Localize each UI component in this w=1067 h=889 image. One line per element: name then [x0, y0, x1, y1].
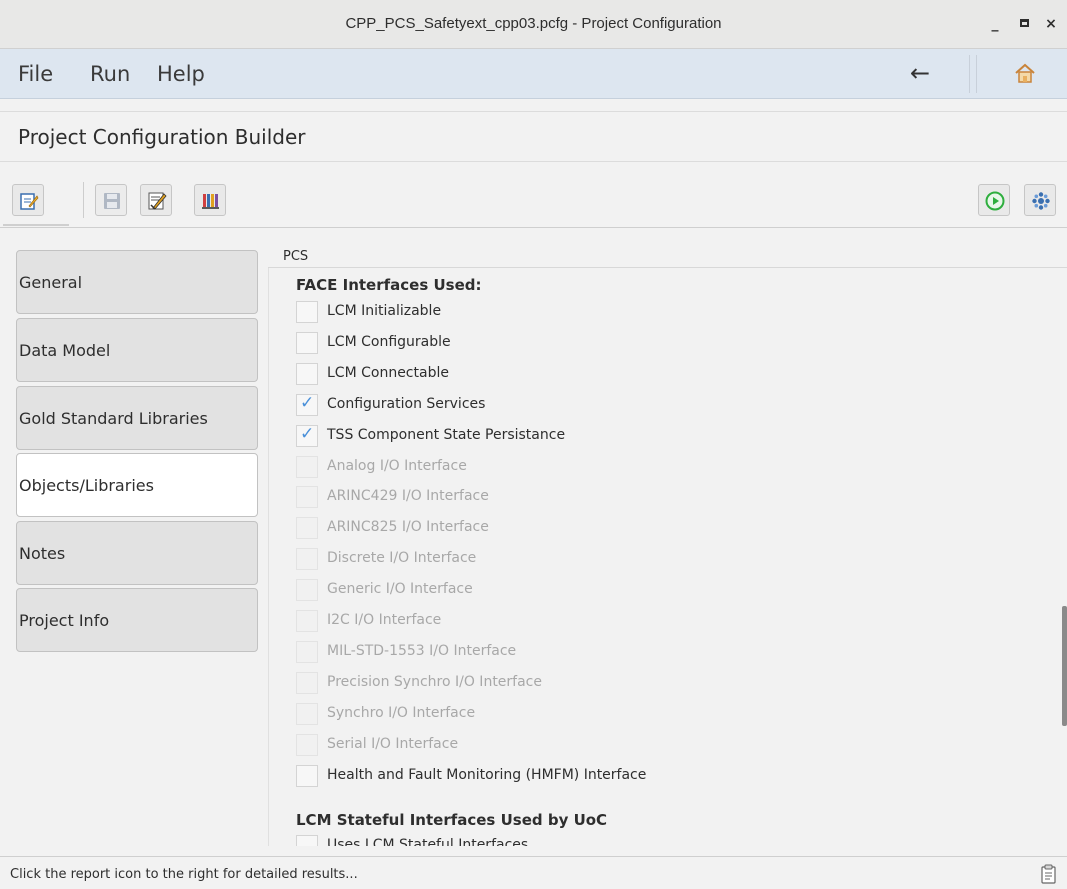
- checkbox-label: Analog I/O Interface: [327, 457, 467, 474]
- settings-icon: [1032, 192, 1050, 210]
- page-title: Project Configuration Builder: [18, 125, 306, 149]
- menu-help[interactable]: Help: [157, 62, 205, 86]
- maximize-button[interactable]: [1014, 14, 1034, 34]
- sidebar-item-label: Data Model: [19, 341, 111, 360]
- save-button[interactable]: [95, 184, 127, 216]
- checkbox: [296, 702, 318, 725]
- save-icon: [104, 193, 120, 209]
- edit-list-icon: [148, 192, 167, 210]
- sidebar-item-label: General: [19, 273, 83, 292]
- checkbox-label: ARINC825 I/O Interface: [327, 519, 489, 536]
- report-icon[interactable]: [1040, 864, 1058, 888]
- checkbox[interactable]: ✓: [296, 423, 318, 447]
- books-icon: [202, 194, 219, 209]
- sidebar-item-label: Project Info: [19, 611, 110, 630]
- checkbox-label: LCM Configurable: [327, 333, 451, 350]
- checkbox: [296, 455, 318, 478]
- checkbox: [296, 548, 318, 571]
- sidebar-item-label: Gold Standard Libraries: [19, 409, 208, 428]
- sidebar-item-gold-standard-libraries[interactable]: Gold Standard Libraries: [16, 386, 258, 450]
- checkbox-label: Health and Fault Monitoring (HMFM) Inter…: [327, 766, 647, 783]
- checkbox-label: ARINC429 I/O Interface: [327, 488, 489, 505]
- group-title-face-interfaces: FACE Interfaces Used:: [296, 276, 482, 294]
- panel-title: PCS: [283, 249, 309, 264]
- checkbox[interactable]: ✓: [296, 392, 318, 416]
- sidebar-item-label: Objects/Libraries: [19, 476, 154, 495]
- checkbox[interactable]: [296, 764, 318, 787]
- checkbox-label: I2C I/O Interface: [327, 612, 442, 628]
- checkbox[interactable]: [296, 835, 318, 846]
- checkbox: [296, 733, 318, 756]
- checkbox: [296, 486, 318, 509]
- checkbox[interactable]: [296, 331, 318, 354]
- checkbox-label: Configuration Services: [327, 395, 486, 412]
- checkbox-label: Precision Synchro I/O Interface: [327, 673, 542, 690]
- edit-list-button[interactable]: [140, 184, 172, 216]
- settings-button[interactable]: [1024, 184, 1056, 216]
- vertical-scrollbar[interactable]: [1061, 268, 1067, 846]
- checkbox: [296, 671, 318, 694]
- window-titlebar: CPP_PCS_Safetyext_cpp03.pcfg - Project C…: [0, 0, 1067, 49]
- interfaces-panel: FACE Interfaces Used: LCM Initializable L…: [268, 268, 1061, 846]
- sidebar-item-objects-libraries[interactable]: Objects/Libraries: [16, 453, 258, 517]
- checkbox: [296, 610, 318, 632]
- checkmark-icon: ✓: [300, 423, 315, 444]
- checkbox[interactable]: [296, 362, 318, 385]
- status-message: Click the report icon to the right for d…: [10, 867, 358, 882]
- checkbox-label: TSS Component State Persistance: [327, 426, 566, 443]
- checkmark-icon: ✓: [300, 392, 315, 413]
- content-panel-header: PCS: [268, 244, 1067, 268]
- libraries-button[interactable]: [194, 184, 226, 216]
- menu-divider: [969, 55, 977, 93]
- run-button[interactable]: [978, 184, 1010, 216]
- run-icon: [985, 191, 1005, 211]
- checkbox: [296, 640, 318, 663]
- window-title: CPP_PCS_Safetyext_cpp03.pcfg - Project C…: [345, 15, 722, 32]
- checkbox-label: Serial I/O Interface: [327, 735, 459, 752]
- sidebar-item-general[interactable]: General: [16, 250, 258, 314]
- menu-file[interactable]: File: [18, 62, 53, 86]
- sidebar-item-notes[interactable]: Notes: [16, 521, 258, 585]
- checkbox-label: Generic I/O Interface: [327, 581, 473, 598]
- sidebar-item-data-model[interactable]: Data Model: [16, 318, 258, 382]
- checkbox-label: Discrete I/O Interface: [327, 550, 477, 567]
- edit-button-underline: [3, 224, 69, 226]
- menu-bar: File Run Help ←: [0, 49, 1067, 99]
- checkbox[interactable]: [296, 301, 318, 323]
- close-button[interactable]: ×: [1041, 14, 1061, 34]
- checkbox: [296, 579, 318, 602]
- checkbox-label: Synchro I/O Interface: [327, 704, 476, 721]
- menu-run[interactable]: Run: [90, 62, 130, 86]
- home-icon[interactable]: [1014, 62, 1036, 88]
- toolbar-divider: [83, 182, 84, 218]
- checkbox-label: LCM Initializable: [327, 303, 442, 319]
- checkbox: [296, 517, 318, 540]
- sidebar-item-label: Notes: [19, 544, 66, 563]
- minimize-button[interactable]: _: [985, 14, 1005, 34]
- toolbar: [0, 172, 1067, 228]
- scrollbar-thumb[interactable]: [1062, 606, 1067, 726]
- group-title-lcm-stateful: LCM Stateful Interfaces Used by UoC: [296, 811, 608, 829]
- checkbox-label: MIL-STD-1553 I/O Interface: [327, 642, 517, 659]
- status-bar: Click the report icon to the right for d…: [0, 856, 1067, 889]
- section-heading-bar: Project Configuration Builder: [0, 111, 1067, 162]
- edit-button[interactable]: [12, 184, 44, 216]
- edit-icon: [20, 193, 39, 210]
- maximize-icon: [1019, 18, 1029, 27]
- sidebar-item-project-info[interactable]: Project Info: [16, 588, 258, 652]
- back-arrow-icon[interactable]: ←: [910, 59, 930, 87]
- checkbox-label: LCM Connectable: [327, 364, 449, 381]
- checkbox-label: Uses LCM Stateful Interfaces: [327, 837, 529, 846]
